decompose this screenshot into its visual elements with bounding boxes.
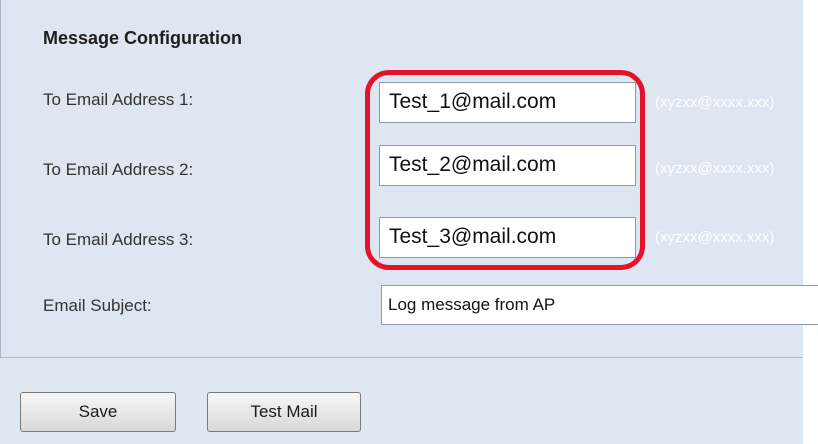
test-mail-button[interactable]: Test Mail (207, 392, 361, 432)
email-address-1-hint: (xyzxx@xxxx.xxx) (655, 94, 775, 111)
email-address-2-input[interactable]: Test_2@mail.com (379, 145, 636, 186)
email-address-1-input[interactable]: Test_1@mail.com (379, 82, 636, 123)
email-address-3-hint: (xyzxx@xxxx.xxx) (655, 229, 775, 246)
email-address-2-hint: (xyzxx@xxxx.xxx) (655, 160, 775, 177)
right-edge (803, 0, 818, 444)
email-subject-input[interactable]: Log message from AP (381, 285, 818, 325)
section-title: Message Configuration (43, 28, 243, 48)
email-address-3-input[interactable]: Test_3@mail.com (379, 217, 636, 258)
email-address-3-label: To Email Address 3: (43, 230, 194, 249)
email-subject-label: Email Subject: (43, 296, 152, 315)
email-address-2-label: To Email Address 2: (43, 160, 194, 179)
page: Message Configuration To Email Address 1… (0, 0, 818, 444)
email-address-1-label: To Email Address 1: (43, 90, 194, 109)
save-button[interactable]: Save (20, 392, 176, 432)
message-configuration-panel: Message Configuration To Email Address 1… (0, 0, 818, 358)
